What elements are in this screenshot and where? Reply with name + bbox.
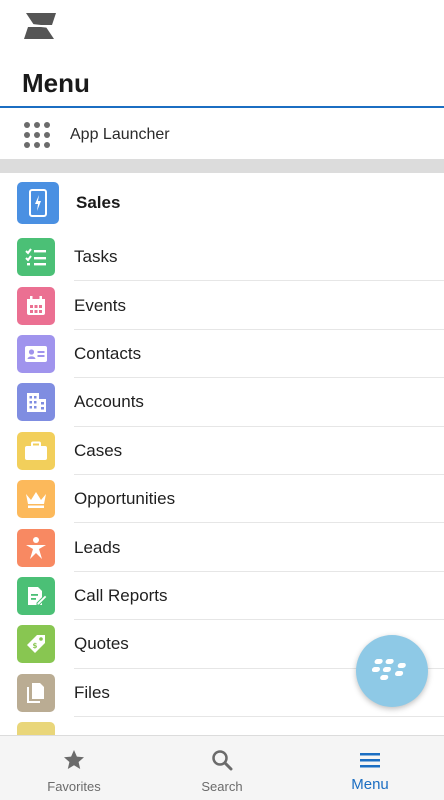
top-bar: Menu — [0, 0, 444, 108]
opportunities-tile — [17, 480, 55, 519]
menu-item-label: Call Reports — [74, 585, 168, 605]
files-icon — [27, 682, 44, 703]
hamburger-menu-icon — [357, 747, 383, 773]
leads-tile — [17, 528, 55, 567]
menu-item-label: Opportunities — [74, 489, 176, 509]
page-title: Menu — [22, 68, 90, 98]
app-launcher-row[interactable]: App Launcher — [0, 110, 444, 159]
nav-favorites-label: Favorites — [47, 779, 101, 794]
blackberry-fab-button[interactable] — [356, 635, 428, 707]
menu-item-label: Events — [74, 295, 126, 315]
sales-section-label: Sales — [76, 193, 121, 212]
contacts-tile — [17, 334, 55, 373]
section-divider — [0, 159, 444, 173]
nav-favorites[interactable]: Favorites — [0, 736, 148, 800]
menu-item-opportunities[interactable]: Opportunities — [0, 475, 444, 524]
menu-item-accounts[interactable]: Accounts — [0, 378, 444, 427]
quotes-tile: $ — [17, 625, 55, 664]
menu-item-partial[interactable] — [0, 717, 444, 735]
tasks-tile — [17, 238, 55, 277]
nav-search[interactable]: Search — [148, 736, 296, 800]
menu-item-tasks[interactable]: Tasks — [0, 233, 444, 282]
menu-item-label: Contacts — [74, 343, 142, 363]
crown-icon — [26, 492, 46, 509]
cases-tile — [17, 431, 55, 470]
menu-item-label: Leads — [74, 537, 121, 557]
bottom-navigation: Favorites Search Menu — [0, 735, 444, 800]
svg-text:$: $ — [33, 642, 38, 650]
nav-menu[interactable]: Menu — [296, 736, 444, 800]
building-icon — [27, 393, 46, 413]
menu-item-label: Cases — [74, 440, 123, 460]
app-launcher-label: App Launcher — [70, 125, 170, 143]
menu-item-events[interactable]: Events — [0, 281, 444, 331]
nav-menu-label: Menu — [351, 776, 389, 793]
salesforce-s-logo-icon — [24, 13, 56, 39]
menu-item-leads[interactable]: Leads — [0, 523, 444, 573]
contact-card-icon — [25, 345, 47, 362]
accounts-tile — [17, 383, 55, 422]
files-tile — [17, 673, 55, 712]
price-tag-icon: $ — [27, 635, 45, 654]
events-tile — [17, 286, 55, 325]
star-icon — [61, 747, 87, 773]
report-edit-icon — [28, 586, 47, 606]
call-reports-tile — [17, 576, 55, 615]
menu-item-contacts[interactable]: Contacts — [0, 330, 444, 379]
blackberry-logo-icon — [372, 659, 406, 680]
app-grid-icon — [24, 121, 50, 148]
sales-section-header[interactable]: Sales — [0, 173, 444, 233]
nav-search-label: Search — [201, 779, 243, 794]
menu-item-label: Quotes — [74, 634, 129, 654]
briefcase-icon — [25, 441, 47, 460]
menu-item-call-reports[interactable]: Call Reports — [0, 572, 444, 621]
task-list-icon — [25, 248, 46, 266]
menu-item-label: Files — [74, 682, 110, 702]
menu-item-label: Accounts — [74, 392, 144, 412]
menu-item-label: Tasks — [74, 247, 118, 267]
person-star-icon — [26, 536, 46, 559]
partial-item-tile — [17, 722, 55, 735]
sales-app-tile — [17, 182, 59, 224]
phone-lightning-icon — [29, 189, 47, 217]
search-icon — [209, 747, 235, 773]
calendar-icon — [27, 295, 45, 315]
menu-item-cases[interactable]: Cases — [0, 427, 444, 476]
